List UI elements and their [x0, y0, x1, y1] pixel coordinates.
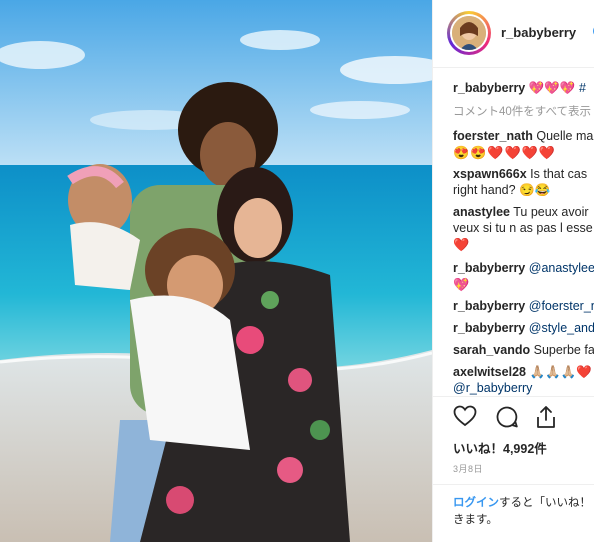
comment-text: 🙏🏼🙏🏼🙏🏼❤️: [529, 365, 592, 379]
family-beach-photo: [0, 0, 432, 542]
author-username[interactable]: r_babyberry: [501, 25, 576, 40]
comment-text-cont: veux si tu n as pas l esse: [453, 221, 593, 235]
comment-text-cont: ❤️: [453, 237, 471, 252]
comment-text: Tu peux avoir: [513, 205, 589, 219]
view-all-comments-link[interactable]: コメント40件をすべて表示: [453, 104, 591, 121]
likes-count[interactable]: いいね！4,992件: [453, 438, 547, 457]
comment-mention[interactable]: @anastylee: [529, 261, 594, 275]
login-link[interactable]: ログイン: [453, 497, 499, 509]
list-item: r_babyberry @anastylee: [453, 260, 594, 277]
list-item: r_babyberry @style_and: [453, 320, 594, 337]
caption: r_babyberry 💖💖💖 #: [453, 80, 586, 97]
login-prompt-text-cont: きます。: [453, 514, 498, 526]
comment-icon[interactable]: [495, 405, 519, 434]
comment-username[interactable]: r_babyberry: [453, 321, 525, 335]
comment-username[interactable]: sarah_vando: [453, 343, 530, 357]
comment-username[interactable]: xspawn666x: [453, 167, 527, 181]
caption-username[interactable]: r_babyberry: [453, 81, 525, 95]
comment-text: Quelle ma: [536, 129, 594, 143]
comment-text-cont: 😍😍❤️❤️❤️❤️: [453, 145, 557, 160]
comment-username[interactable]: axelwitsel28: [453, 365, 526, 379]
comment-username[interactable]: r_babyberry: [453, 261, 525, 275]
login-prompt: ログインすると「いいね！ きます。: [453, 495, 594, 529]
comment-text-cont: 💖: [453, 277, 471, 292]
avatar-image: [452, 16, 486, 50]
share-icon[interactable]: [535, 405, 557, 434]
list-item: anastylee Tu peux avoir: [453, 204, 589, 221]
footer-divider: [433, 484, 594, 485]
comment-username[interactable]: foerster_nath: [453, 129, 533, 143]
list-item: foerster_nath Quelle ma: [453, 128, 593, 145]
comment-mention[interactable]: @r_babyberry: [453, 380, 532, 397]
post-header: r_babyberry: [433, 0, 594, 66]
comment-mention[interactable]: @foerster_n: [529, 299, 594, 313]
comment-text: Is that cas: [530, 167, 588, 181]
comment-mention[interactable]: @style_and: [529, 321, 594, 335]
comment-username[interactable]: r_babyberry: [453, 299, 525, 313]
avatar[interactable]: [447, 11, 491, 55]
actions-divider: [433, 396, 594, 397]
caption-hashtag[interactable]: #: [579, 81, 586, 95]
comment-text: Superbe fa: [533, 343, 594, 357]
login-prompt-text: すると「いいね！: [499, 497, 591, 509]
list-item: xspawn666x Is that cas: [453, 166, 587, 183]
caption-text: 💖💖💖: [528, 81, 576, 95]
heart-icon[interactable]: [453, 405, 477, 432]
post-date: 3月8日: [453, 464, 484, 474]
post-side-panel: r_babyberry r_babyberry 💖💖💖 # コメント40件をすべ…: [433, 0, 594, 542]
comment-username[interactable]: anastylee: [453, 205, 510, 219]
list-item: r_babyberry @foerster_n: [453, 298, 594, 315]
post-photo[interactable]: [0, 0, 432, 542]
comment-text-cont: right hand? 😏😂: [453, 183, 551, 197]
list-item: sarah_vando Superbe fa: [453, 342, 594, 359]
list-item: axelwitsel28 🙏🏼🙏🏼🙏🏼❤️: [453, 364, 592, 381]
header-divider: [433, 67, 594, 68]
